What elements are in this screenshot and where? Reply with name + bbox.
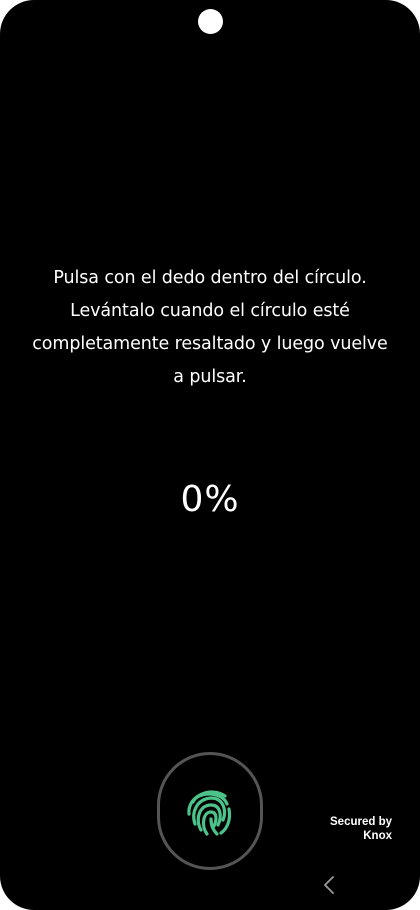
fingerprint-sensor[interactable] bbox=[157, 752, 263, 870]
progress-percent: 0% bbox=[180, 479, 240, 520]
instruction-text: Pulsa con el dedo dentro del círculo. Le… bbox=[20, 262, 400, 394]
knox-line-1: Secured by bbox=[330, 816, 392, 828]
instruction-line-3: completamente resaltado y luego vuelve bbox=[32, 334, 388, 354]
front-camera bbox=[198, 9, 223, 34]
secured-by-knox: Secured by Knox bbox=[330, 815, 392, 843]
knox-line-2: Knox bbox=[363, 830, 392, 842]
instruction-line-1: Pulsa con el dedo dentro del círculo. bbox=[53, 268, 367, 288]
phone-screen: Pulsa con el dedo dentro del círculo. Le… bbox=[0, 0, 420, 910]
chevron-left-icon[interactable] bbox=[320, 874, 338, 896]
instruction-line-2: Levántalo cuando el círculo esté bbox=[70, 301, 350, 321]
fingerprint-icon bbox=[187, 790, 232, 836]
instruction-line-4: a pulsar. bbox=[173, 367, 247, 387]
